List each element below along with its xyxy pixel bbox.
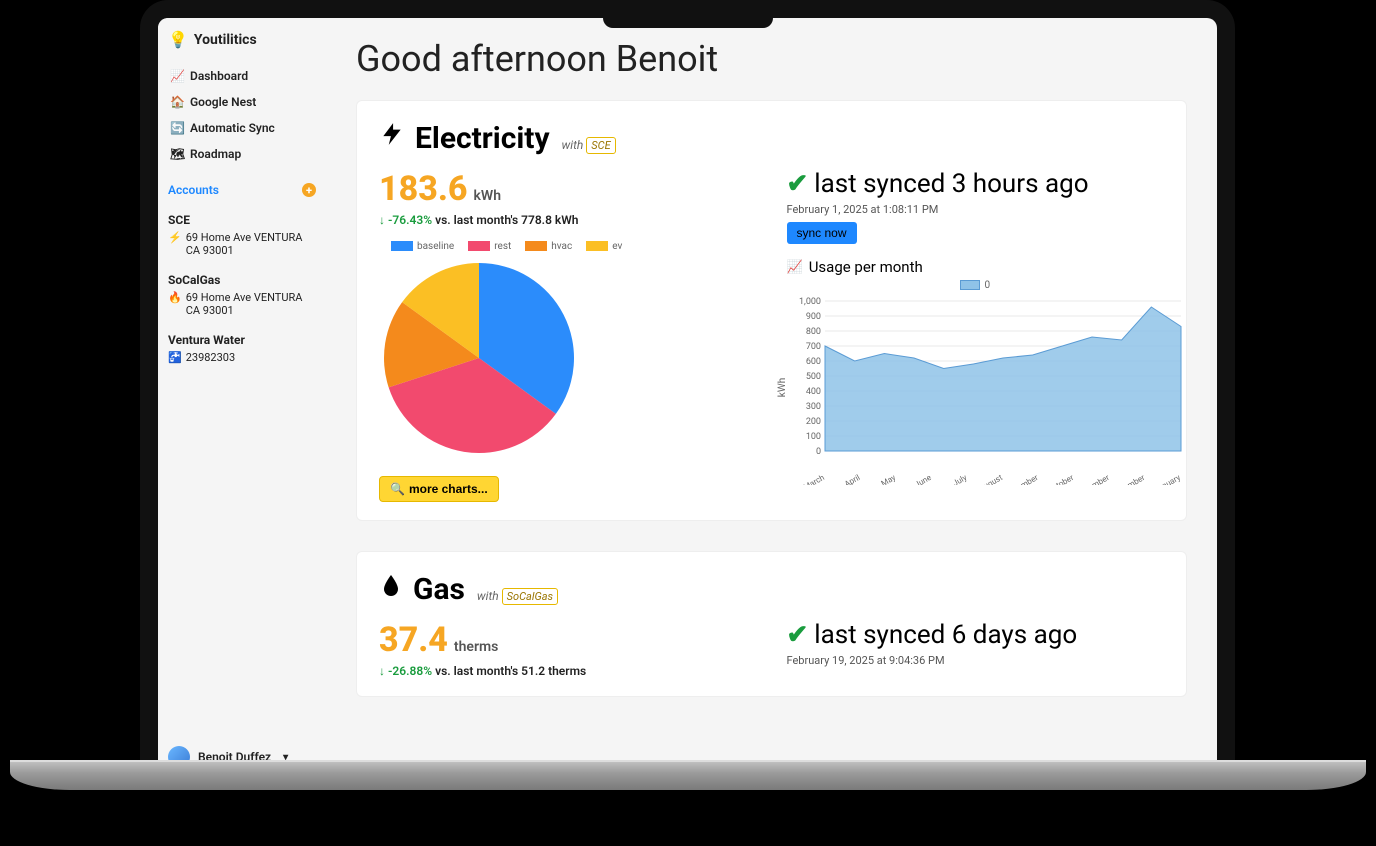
home-icon: 🏠: [170, 95, 184, 109]
gas-provider: with SoCalGas: [477, 589, 558, 603]
sidebar: 💡 Youtilitics 📈 Dashboard 🏠 Google Nest …: [158, 18, 326, 780]
svg-text:December: December: [1110, 473, 1146, 485]
svg-text:July: July: [951, 473, 968, 485]
search-icon: 🔍: [390, 482, 405, 496]
provider-badge[interactable]: SoCalGas: [502, 588, 558, 605]
svg-text:500: 500: [805, 372, 820, 382]
provider-badge[interactable]: SCE: [586, 137, 615, 154]
svg-text:100: 100: [805, 432, 820, 442]
nav-label: Dashboard: [190, 69, 248, 83]
svg-text:January: January: [1152, 473, 1181, 485]
bolt-icon: [379, 119, 405, 157]
electricity-provider: with SCE: [562, 138, 616, 152]
flame-icon: 🔥: [168, 291, 182, 304]
lightbulb-icon: 💡: [168, 30, 188, 49]
nav-label: Google Nest: [190, 95, 256, 109]
electricity-value: 183.6 kWh: [379, 169, 501, 209]
pie-legend: baselineresthvacev: [391, 241, 757, 252]
electricity-delta: ↓ -76.43% vs. last month's 778.8 kWh: [379, 213, 757, 227]
svg-text:September: September: [1001, 473, 1039, 485]
account-socalgas[interactable]: SoCalGas 🔥 69 Home Ave VENTURA CA 93001: [168, 273, 316, 317]
account-sce[interactable]: SCE ⚡ 69 Home Ave VENTURA CA 93001: [168, 213, 316, 257]
bolt-icon: ⚡: [168, 231, 182, 244]
svg-text:March: March: [801, 473, 825, 485]
check-icon: ✔: [787, 169, 809, 199]
faucet-icon: 🚰: [168, 351, 182, 364]
gas-title: Gas: [379, 570, 465, 608]
account-addr: 23982303: [186, 351, 235, 364]
gas-value: 37.4 therms: [379, 620, 498, 660]
svg-text:300: 300: [805, 402, 820, 412]
svg-text:800: 800: [805, 327, 820, 337]
svg-text:200: 200: [805, 417, 820, 427]
electricity-card: Electricity with SCE 183.6 kWh ↓: [356, 100, 1187, 521]
account-name: SCE: [168, 213, 316, 227]
svg-text:900: 900: [805, 312, 820, 322]
usage-legend: 0: [787, 280, 1165, 291]
check-icon: ✔: [787, 620, 809, 650]
svg-text:1,000: 1,000: [798, 297, 820, 307]
account-name: SoCalGas: [168, 273, 316, 287]
svg-text:700: 700: [805, 342, 820, 352]
svg-text:August: August: [977, 473, 1004, 485]
nav-item-roadmap[interactable]: 🗺 Roadmap: [168, 143, 316, 165]
usage-per-month-title: 📈 Usage per month: [787, 258, 1165, 276]
nav-item-sync[interactable]: 🔄 Automatic Sync: [168, 117, 316, 139]
nav-item-nest[interactable]: 🏠 Google Nest: [168, 91, 316, 113]
electricity-sync-time: February 1, 2025 at 1:08:11 PM: [787, 203, 1165, 216]
chart-line-icon: 📈: [787, 260, 803, 275]
chart-line-icon: 📈: [170, 69, 184, 83]
refresh-icon: 🔄: [170, 121, 184, 135]
sync-now-button[interactable]: sync now: [787, 222, 857, 244]
electricity-pie: [379, 258, 757, 462]
gas-sync-time: February 19, 2025 at 9:04:36 PM: [787, 654, 1165, 667]
more-charts-button[interactable]: 🔍 more charts...: [379, 476, 499, 502]
account-addr: 69 Home Ave VENTURA CA 93001: [186, 231, 316, 257]
nav-item-dashboard[interactable]: 📈 Dashboard: [168, 65, 316, 87]
svg-text:October: October: [1046, 473, 1075, 485]
svg-text:May: May: [879, 473, 897, 485]
page-title: Good afternoon Benoit: [356, 38, 1187, 80]
gas-card: Gas with SoCalGas 37.4 therms ↓: [356, 551, 1187, 697]
y-axis-label: kWh: [777, 378, 788, 397]
map-icon: 🗺: [170, 147, 184, 161]
main-content: Good afternoon Benoit Electricity with S…: [326, 18, 1217, 780]
svg-text:June: June: [913, 473, 933, 485]
account-name: Ventura Water: [168, 333, 316, 347]
svg-text:400: 400: [805, 387, 820, 397]
nav-label: Automatic Sync: [190, 121, 275, 135]
add-account-button[interactable]: +: [302, 183, 316, 197]
arrow-down-icon: ↓: [379, 213, 385, 227]
gas-sync-status: ✔ last synced 6 days ago: [787, 620, 1165, 650]
nav-label: Roadmap: [190, 147, 241, 161]
usage-area-chart: kWh 01002003004005006007008009001,000Mar…: [787, 295, 1165, 489]
gas-delta: ↓ -26.88% vs. last month's 51.2 therms: [379, 664, 757, 678]
svg-text:600: 600: [805, 357, 820, 367]
account-water[interactable]: Ventura Water 🚰 23982303: [168, 333, 316, 364]
account-addr: 69 Home Ave VENTURA CA 93001: [186, 291, 316, 317]
drop-icon: [379, 570, 403, 608]
electricity-sync-status: ✔ last synced 3 hours ago: [787, 169, 1165, 199]
arrow-down-icon: ↓: [379, 664, 385, 678]
accounts-header[interactable]: Accounts +: [168, 183, 316, 197]
accounts-label: Accounts: [168, 183, 219, 197]
svg-text:April: April: [842, 473, 861, 485]
brand-name: Youtilitics: [194, 32, 257, 48]
brand[interactable]: 💡 Youtilitics: [168, 30, 316, 49]
svg-text:November: November: [1074, 473, 1111, 485]
electricity-title: Electricity: [379, 119, 550, 157]
svg-text:0: 0: [815, 447, 820, 457]
